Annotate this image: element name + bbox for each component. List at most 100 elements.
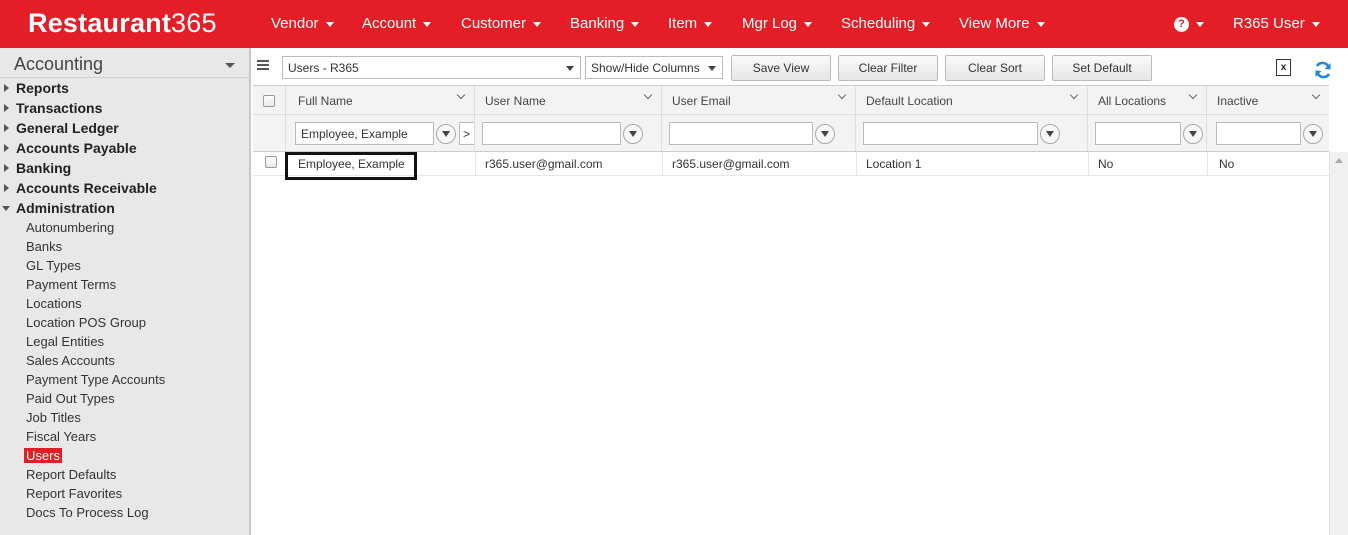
sidebar-section-administration[interactable]: Administration bbox=[2, 200, 115, 216]
scroll-up-arrow-icon[interactable] bbox=[1335, 158, 1343, 163]
column-header-user-name[interactable]: User Name bbox=[475, 86, 662, 114]
caret-down-icon bbox=[533, 21, 542, 27]
save-view-button[interactable]: Save View bbox=[731, 55, 831, 81]
filter-input-default-location[interactable] bbox=[863, 122, 1038, 145]
set-default-button[interactable]: Set Default bbox=[1052, 55, 1152, 81]
sidebar-item-autonumbering[interactable]: Autonumbering bbox=[26, 220, 114, 235]
cell-user-name: r365.user@gmail.com bbox=[485, 157, 603, 171]
show-hide-columns-select[interactable]: Show/Hide Columns bbox=[585, 56, 723, 79]
sidebar-section-general-ledger[interactable]: General Ledger bbox=[4, 120, 119, 136]
column-header-full-name[interactable]: Full Name bbox=[286, 86, 475, 114]
help-menu[interactable]: ? bbox=[1174, 15, 1204, 32]
module-selector[interactable]: Accounting bbox=[0, 50, 249, 78]
sidebar-section-accounts-receivable[interactable]: Accounts Receivable bbox=[4, 180, 157, 196]
column-header-user-email[interactable]: User Email bbox=[662, 86, 856, 114]
row-checkbox[interactable] bbox=[265, 156, 277, 168]
expand-arrow-icon bbox=[4, 144, 9, 152]
sidebar-item-gl-types[interactable]: GL Types bbox=[26, 258, 81, 273]
sidebar-section-banking[interactable]: Banking bbox=[4, 160, 71, 176]
nav-mgr-log[interactable]: Mgr Log bbox=[742, 15, 813, 32]
column-menu-icon[interactable] bbox=[1069, 90, 1079, 100]
column-header-default-location[interactable]: Default Location bbox=[856, 86, 1088, 114]
sidebar-section-accounts-payable[interactable]: Accounts Payable bbox=[4, 140, 137, 156]
hamburger-menu-icon[interactable] bbox=[257, 60, 269, 72]
top-navbar: Restaurant365 Vendor Account Customer Ba… bbox=[0, 0, 1348, 48]
dropdown-arrow-icon bbox=[566, 66, 574, 71]
refresh-icon[interactable] bbox=[1313, 60, 1333, 80]
caret-down-icon bbox=[1311, 21, 1320, 27]
clear-sort-button[interactable]: Clear Sort bbox=[945, 55, 1045, 81]
column-menu-icon[interactable] bbox=[1188, 90, 1198, 100]
cell-all-locations: No bbox=[1098, 157, 1114, 171]
collapse-arrow-icon bbox=[2, 206, 10, 211]
sidebar-section-reports[interactable]: Reports bbox=[4, 80, 69, 96]
caret-down-icon bbox=[1196, 21, 1204, 27]
filter-icon[interactable] bbox=[1183, 124, 1203, 144]
caret-down-icon bbox=[1036, 21, 1045, 27]
module-title: Accounting bbox=[14, 54, 104, 74]
caret-down-icon bbox=[325, 21, 334, 27]
sidebar-item-report-defaults[interactable]: Report Defaults bbox=[26, 467, 116, 482]
vertical-scrollbar[interactable] bbox=[1329, 152, 1348, 535]
sidebar-item-location-pos-group[interactable]: Location POS Group bbox=[26, 315, 146, 330]
filter-icon[interactable] bbox=[1303, 124, 1323, 144]
sidebar-item-job-titles[interactable]: Job Titles bbox=[26, 410, 81, 425]
sidebar-item-paid-out-types[interactable]: Paid Out Types bbox=[26, 391, 115, 406]
filter-icon[interactable] bbox=[623, 124, 643, 144]
sidebar-item-report-favorites[interactable]: Report Favorites bbox=[26, 486, 122, 501]
clear-filter-icon[interactable]: > bbox=[459, 122, 474, 145]
filter-icon[interactable] bbox=[815, 124, 835, 144]
nav-customer[interactable]: Customer bbox=[461, 15, 542, 32]
column-header-inactive[interactable]: Inactive bbox=[1207, 86, 1329, 114]
filter-input-user-email[interactable] bbox=[669, 122, 813, 145]
nav-account[interactable]: Account bbox=[362, 15, 432, 32]
sidebar-item-docs-to-process-log[interactable]: Docs To Process Log bbox=[26, 505, 149, 520]
expand-arrow-icon bbox=[4, 184, 9, 192]
nav-scheduling[interactable]: Scheduling bbox=[841, 15, 931, 32]
cell-user-email: r365.user@gmail.com bbox=[672, 157, 790, 171]
sidebar-item-sales-accounts[interactable]: Sales Accounts bbox=[26, 353, 115, 368]
nav-vendor[interactable]: Vendor bbox=[271, 15, 334, 32]
grid-header-row: Full Name User Name User Email Default L… bbox=[253, 85, 1329, 115]
sidebar-section-transactions[interactable]: Transactions bbox=[4, 100, 102, 116]
sidebar-item-banks[interactable]: Banks bbox=[26, 239, 62, 254]
table-row[interactable]: Employee, Example r365.user@gmail.com r3… bbox=[253, 152, 1329, 180]
expand-arrow-icon bbox=[4, 124, 9, 132]
caret-down-icon bbox=[423, 21, 432, 27]
caret-down-icon bbox=[804, 21, 813, 27]
expand-arrow-icon bbox=[4, 104, 9, 112]
cell-full-name[interactable]: Employee, Example bbox=[298, 157, 405, 171]
filter-icon[interactable] bbox=[1040, 124, 1060, 144]
nav-view-more[interactable]: View More bbox=[959, 15, 1045, 32]
filter-input-inactive[interactable] bbox=[1216, 122, 1301, 145]
filter-input-full-name[interactable]: Employee, Example bbox=[295, 122, 434, 145]
filter-icon[interactable] bbox=[436, 124, 456, 144]
cell-inactive: No bbox=[1219, 157, 1235, 171]
chevron-down-icon bbox=[225, 63, 235, 68]
nav-banking[interactable]: Banking bbox=[570, 15, 640, 32]
sidebar-item-payment-type-accounts[interactable]: Payment Type Accounts bbox=[26, 372, 165, 387]
sidebar-item-payment-terms[interactable]: Payment Terms bbox=[26, 277, 116, 292]
caret-down-icon bbox=[631, 21, 640, 27]
sidebar-item-fiscal-years[interactable]: Fiscal Years bbox=[26, 429, 96, 444]
filter-input-user-name[interactable] bbox=[482, 122, 621, 145]
clear-filter-button[interactable]: Clear Filter bbox=[838, 55, 938, 81]
sidebar-item-locations[interactable]: Locations bbox=[26, 296, 82, 311]
column-header-all-locations[interactable]: All Locations bbox=[1088, 86, 1207, 114]
sidebar-item-users[interactable]: Users bbox=[24, 448, 62, 463]
user-menu[interactable]: R365 User bbox=[1233, 15, 1320, 32]
nav-item[interactable]: Item bbox=[668, 15, 713, 32]
column-menu-icon[interactable] bbox=[837, 90, 847, 100]
caret-down-icon bbox=[922, 21, 931, 27]
excel-export-icon[interactable]: x bbox=[1276, 59, 1291, 76]
grid-filter-row: Employee, Example > bbox=[253, 115, 1329, 152]
column-menu-icon[interactable] bbox=[456, 90, 466, 100]
column-menu-icon[interactable] bbox=[1311, 90, 1321, 100]
sidebar-item-legal-entities[interactable]: Legal Entities bbox=[26, 334, 104, 349]
view-select[interactable]: Users - R365 bbox=[282, 56, 581, 79]
select-all-checkbox[interactable] bbox=[263, 95, 275, 107]
filter-input-all-locations[interactable] bbox=[1095, 122, 1181, 145]
column-menu-icon[interactable] bbox=[643, 90, 653, 100]
restaurant365-logo[interactable]: Restaurant365 bbox=[28, 8, 217, 39]
dropdown-arrow-icon bbox=[708, 66, 716, 71]
